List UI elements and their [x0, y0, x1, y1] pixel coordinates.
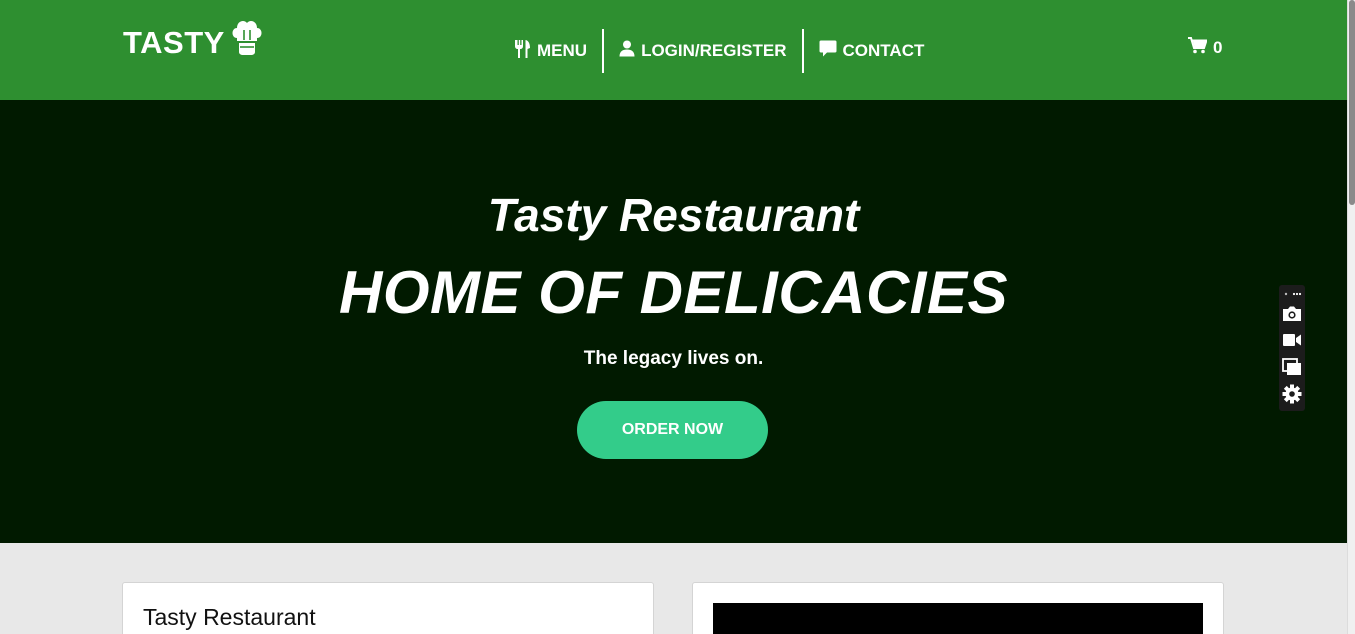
cart-link[interactable]: 0	[1188, 37, 1222, 59]
about-card-title: Tasty Restaurant	[143, 604, 316, 630]
chef-hat-icon	[231, 18, 263, 61]
utensils-icon	[514, 39, 537, 63]
hero-title: HOME OF DELICACIES	[338, 259, 1009, 326]
nav-contact-label: CONTACT	[842, 41, 925, 60]
hero-section: Tasty Restaurant HOME OF DELICACIES The …	[0, 100, 1347, 543]
order-now-button[interactable]: ORDER NOW	[577, 401, 768, 459]
media-card	[692, 582, 1224, 634]
nav-login-register[interactable]: LOGIN/REGISTER	[604, 29, 801, 73]
about-card: Tasty Restaurant	[122, 582, 654, 634]
gear-icon[interactable]	[1281, 383, 1303, 405]
nav-menu[interactable]: MENU	[514, 29, 602, 73]
page-scrollbar[interactable]	[1347, 0, 1355, 634]
windows-icon[interactable]	[1281, 356, 1303, 378]
brand-name: TASTY	[123, 24, 225, 60]
user-icon	[619, 40, 641, 62]
nav-login-label: LOGIN/REGISTER	[641, 41, 787, 60]
scrollbar-thumb[interactable]	[1349, 0, 1355, 205]
nav-contact[interactable]: CONTACT	[804, 29, 940, 73]
main-nav: MENU LOGIN/REGISTER CONTACT	[514, 29, 939, 73]
comment-icon	[819, 40, 843, 62]
capture-toolbar	[1279, 285, 1305, 411]
media-embed[interactable]	[713, 603, 1203, 634]
camera-icon[interactable]	[1281, 302, 1303, 324]
hero-subtitle: Tasty Restaurant	[487, 189, 860, 241]
video-icon[interactable]	[1281, 329, 1303, 351]
cart-count: 0	[1213, 38, 1223, 57]
site-header: TASTY MENU LOGIN/REGISTER CONTACT 0	[0, 0, 1347, 100]
brand-logo[interactable]: TASTY	[123, 20, 263, 61]
toolbar-handle[interactable]	[1279, 287, 1305, 299]
nav-menu-label: MENU	[537, 41, 588, 60]
hero-tagline: The legacy lives on.	[583, 348, 764, 369]
cart-icon	[1188, 37, 1213, 59]
